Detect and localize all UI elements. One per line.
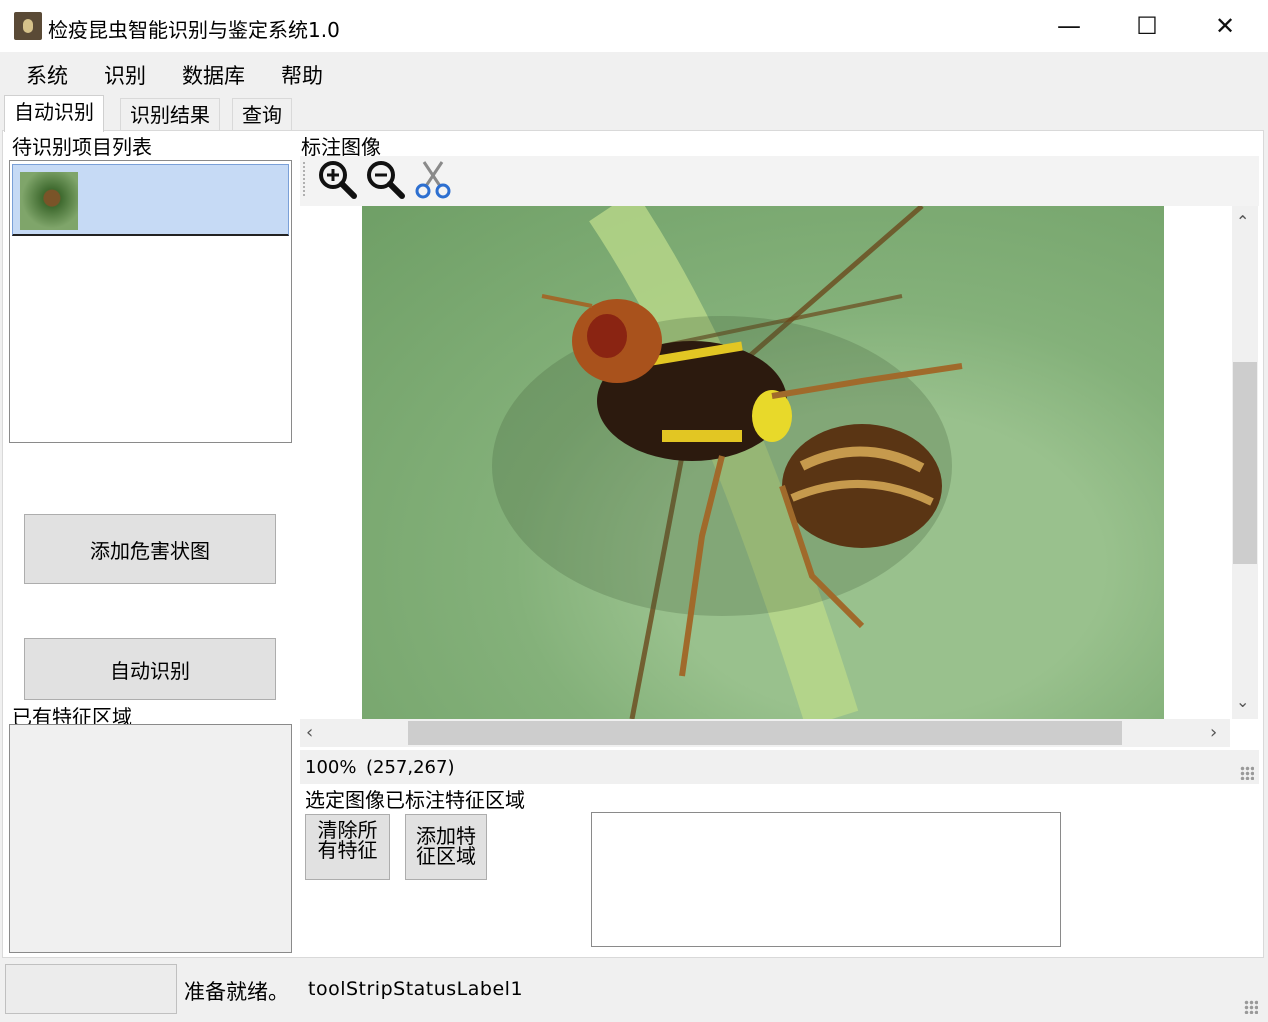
zoom-level: 100% bbox=[305, 757, 357, 778]
zoom-out-icon[interactable] bbox=[364, 158, 406, 200]
scroll-right-icon[interactable]: › bbox=[1210, 722, 1217, 743]
scroll-left-icon[interactable]: ‹ bbox=[306, 722, 313, 743]
resize-grip-icon[interactable] bbox=[1240, 766, 1254, 780]
horizontal-scroll-thumb[interactable] bbox=[408, 721, 1122, 745]
close-button[interactable]: ✕ bbox=[1186, 0, 1264, 52]
menu-help[interactable]: 帮助 bbox=[281, 60, 323, 90]
selected-regions-box[interactable] bbox=[591, 812, 1061, 947]
add-damage-image-button[interactable]: 添加危害状图 bbox=[24, 514, 276, 584]
app-logo-icon bbox=[14, 12, 42, 40]
add-region-button[interactable]: 添加特征区域 bbox=[405, 814, 487, 880]
existing-features-box[interactable] bbox=[9, 724, 292, 953]
tab-auto-recognize[interactable]: 自动识别 bbox=[4, 95, 104, 132]
toolbar-grip bbox=[303, 162, 307, 196]
scroll-down-icon[interactable]: ⌄ bbox=[1236, 692, 1249, 711]
selected-regions-title: 选定图像已标注特征区域 bbox=[305, 788, 525, 812]
window-resize-grip-icon[interactable] bbox=[1244, 1000, 1258, 1014]
clear-features-label: 清除所有特征 bbox=[317, 818, 378, 862]
clear-features-button[interactable]: 清除所有特征 bbox=[305, 814, 390, 880]
insect-photo-image[interactable] bbox=[362, 206, 1164, 719]
maximize-button[interactable]: ☐ bbox=[1108, 0, 1186, 52]
status-label: toolStripStatusLabel1 bbox=[308, 978, 524, 1000]
list-title: 待识别项目列表 bbox=[12, 135, 152, 159]
status-ready: 准备就绪。 bbox=[184, 980, 289, 1004]
scroll-up-icon[interactable]: ⌃ bbox=[1236, 212, 1249, 231]
menu-database[interactable]: 数据库 bbox=[182, 60, 245, 90]
scissors-icon[interactable] bbox=[412, 158, 454, 200]
cursor-coordinates: (257,267) bbox=[366, 757, 455, 778]
tab-query[interactable]: 查询 bbox=[232, 98, 292, 131]
insect-thumbnail-image bbox=[20, 172, 78, 230]
status-progress-box bbox=[5, 964, 177, 1014]
auto-recognize-button[interactable]: 自动识别 bbox=[24, 638, 276, 700]
window-title: 检疫昆虫智能识别与鉴定系统1.0 bbox=[48, 18, 340, 42]
menu-system[interactable]: 系统 bbox=[26, 60, 68, 90]
minimize-button[interactable]: — bbox=[1030, 0, 1108, 52]
zoom-in-icon[interactable] bbox=[316, 158, 358, 200]
add-region-label: 添加特征区域 bbox=[416, 824, 476, 868]
menu-recognize[interactable]: 识别 bbox=[104, 60, 146, 90]
tab-recognize-results[interactable]: 识别结果 bbox=[120, 98, 220, 131]
vertical-scroll-thumb[interactable] bbox=[1233, 362, 1257, 564]
